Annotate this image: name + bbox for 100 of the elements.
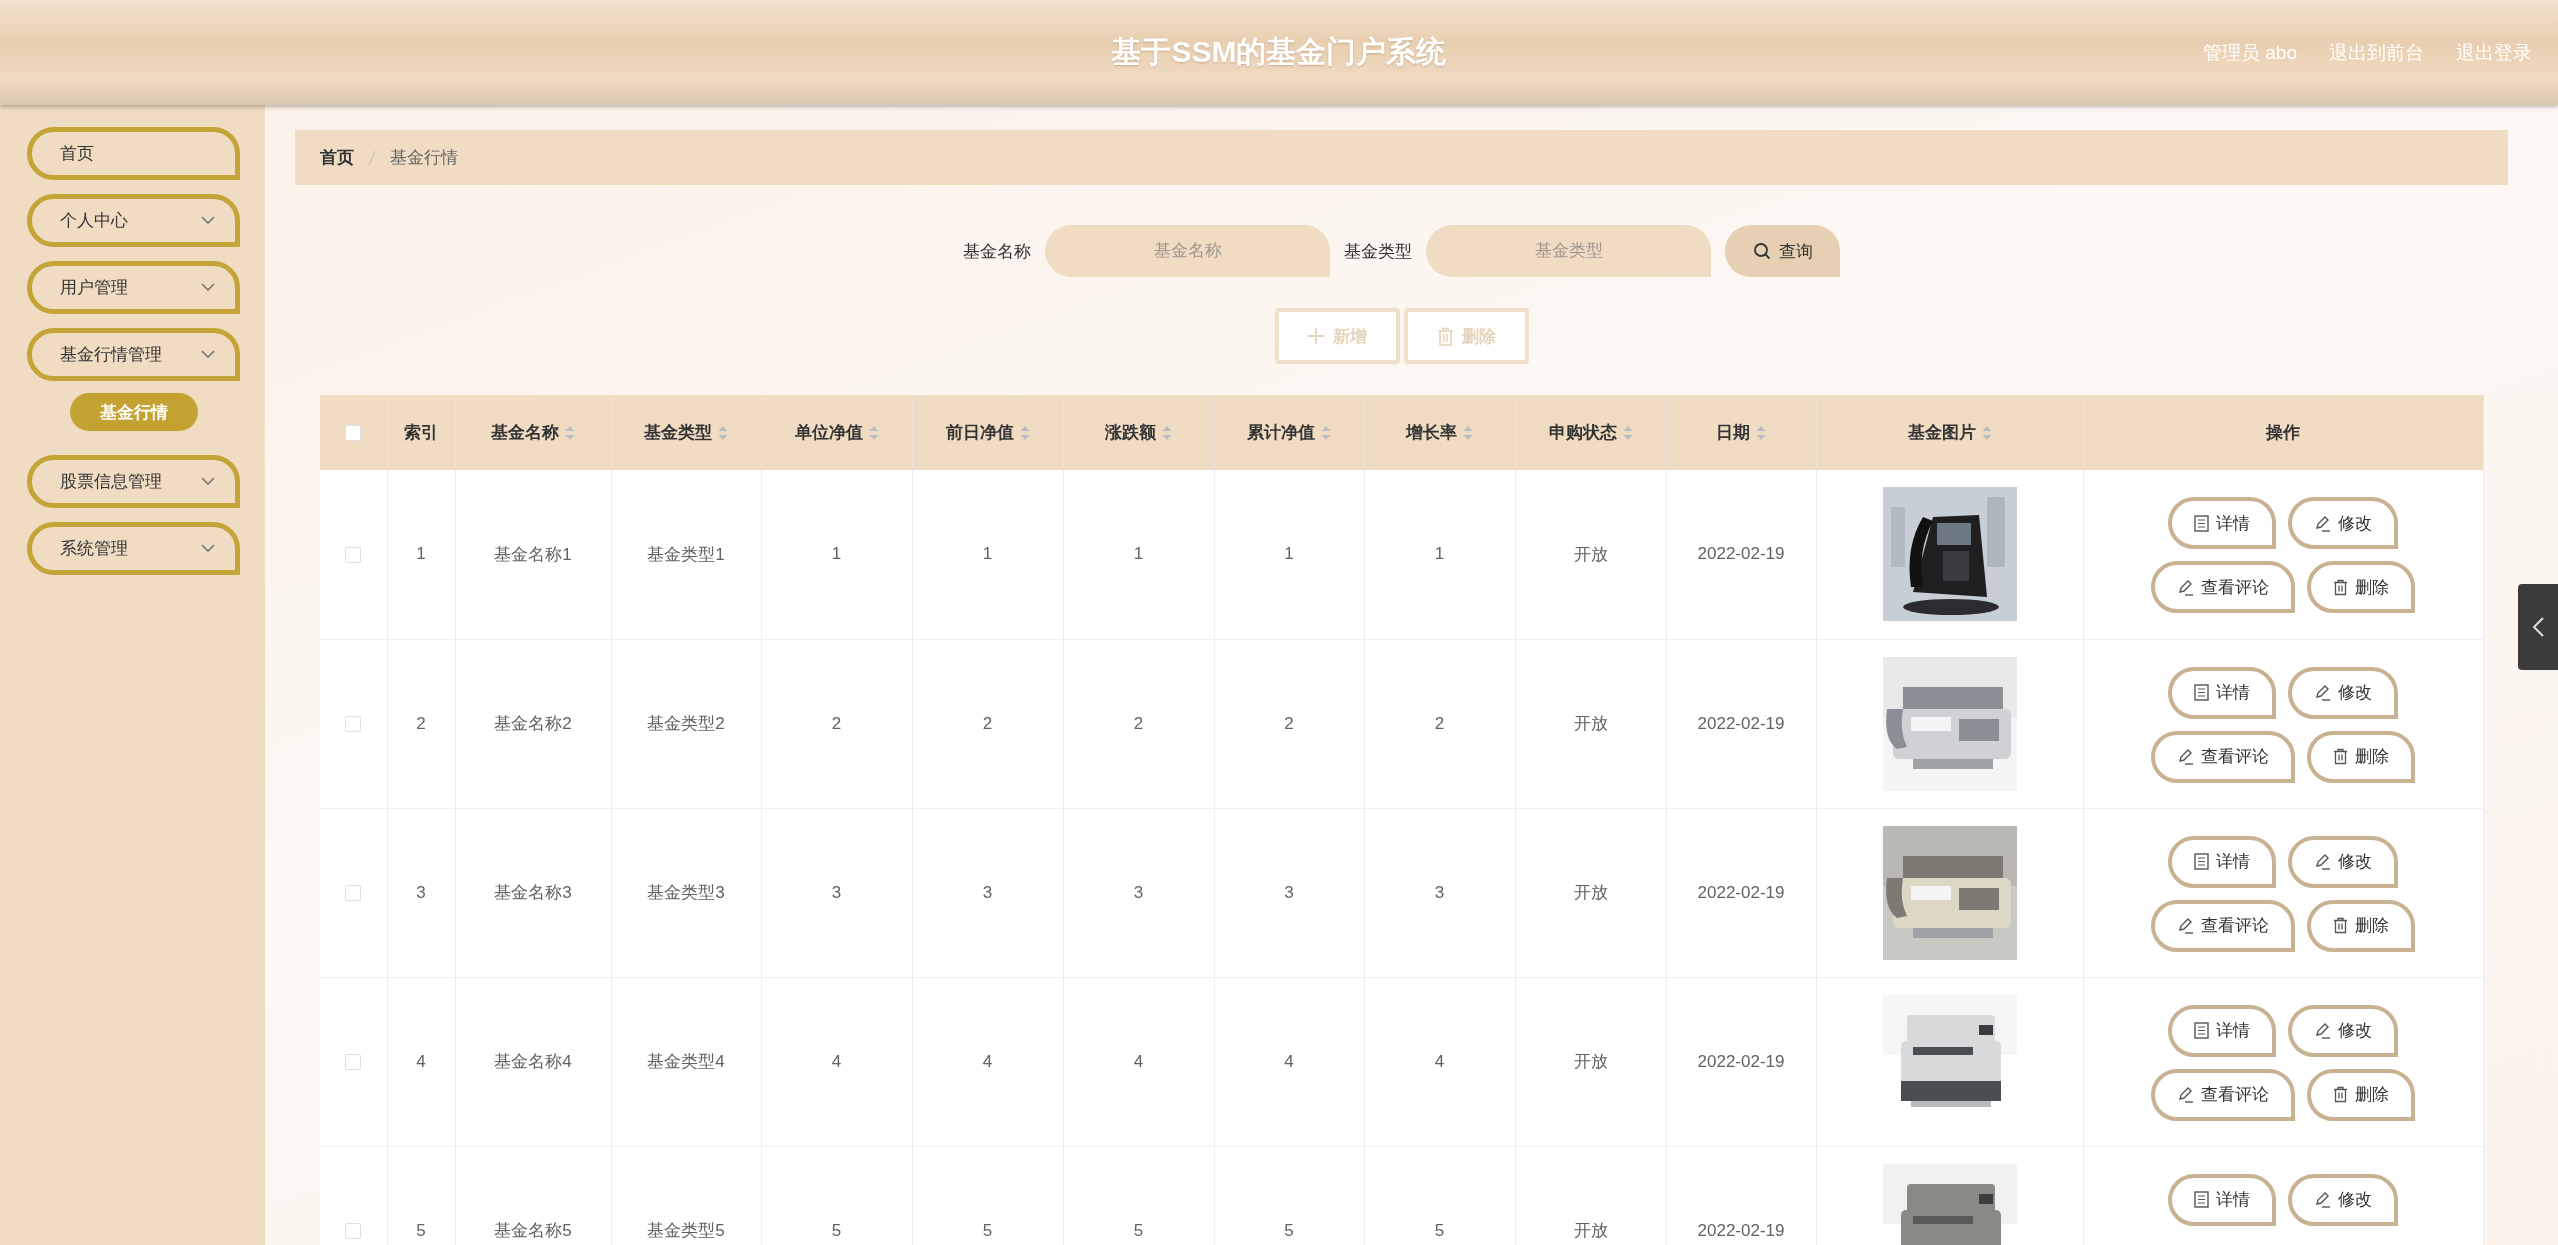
trash-icon bbox=[2333, 917, 2348, 934]
column-header[interactable]: 增长率 bbox=[1406, 421, 1473, 444]
table-cell: 开放 bbox=[1573, 883, 1608, 902]
table-cell: 2 bbox=[1133, 713, 1144, 733]
pencil-icon bbox=[2177, 917, 2194, 934]
comment-button[interactable]: 查看评论 bbox=[2151, 561, 2295, 613]
edit-button[interactable]: 修改 bbox=[2288, 497, 2398, 549]
document-icon bbox=[2194, 514, 2209, 532]
detail-button[interactable]: 详情 bbox=[2168, 835, 2276, 888]
menu-item[interactable]: 首页 bbox=[27, 127, 240, 180]
comment-button[interactable]: 查看评论 bbox=[2151, 730, 2295, 783]
menu-item[interactable]: 个人中心 bbox=[27, 194, 240, 247]
table-cell: 3 bbox=[1284, 882, 1294, 902]
table-cell: 1 bbox=[416, 544, 426, 564]
table-cell: 基金名称1 bbox=[494, 544, 572, 564]
detail-button[interactable]: 详情 bbox=[2168, 666, 2276, 719]
column-header[interactable]: 申购状态 bbox=[1548, 421, 1633, 444]
menu-item[interactable]: 系统管理 bbox=[27, 522, 240, 575]
table-cell: 2022-02-19 bbox=[1697, 1051, 1785, 1071]
pencil-icon bbox=[2314, 1022, 2331, 1039]
pencil-icon bbox=[2177, 1086, 2194, 1103]
column-header[interactable]: 基金名称 bbox=[491, 421, 575, 444]
table-cell: 4 bbox=[416, 1051, 426, 1071]
table-cell: 5 bbox=[416, 1220, 426, 1240]
delete-button[interactable]: 删除 bbox=[2307, 730, 2415, 783]
checkbox[interactable] bbox=[345, 425, 362, 441]
checkbox[interactable] bbox=[345, 716, 362, 732]
column-header[interactable]: 基金图片 bbox=[1907, 421, 1992, 444]
edit-button[interactable]: 修改 bbox=[2288, 1173, 2398, 1226]
table-cell: 基金名称4 bbox=[494, 1052, 572, 1071]
table-cell: 4 bbox=[982, 1051, 993, 1071]
chevron-left-icon bbox=[2531, 616, 2545, 638]
table-cell: 1 bbox=[1284, 544, 1294, 564]
table-cell: 3 bbox=[416, 882, 426, 902]
edit-button[interactable]: 修改 bbox=[2288, 835, 2398, 888]
breadcrumb-link[interactable]: 首页 bbox=[320, 146, 354, 169]
chevron-down-icon bbox=[201, 477, 215, 486]
slash-icon bbox=[368, 149, 376, 166]
checkbox[interactable] bbox=[345, 1054, 362, 1070]
table-cell: 基金名称2 bbox=[494, 714, 572, 733]
table-cell: 2022-02-19 bbox=[1697, 882, 1785, 902]
table-cell: 5 bbox=[1284, 1220, 1294, 1240]
column-header[interactable]: 日期 bbox=[1716, 421, 1766, 444]
chevron-down-icon bbox=[201, 283, 215, 292]
table-cell: 开放 bbox=[1573, 714, 1608, 733]
table-cell: 4 bbox=[1284, 1051, 1294, 1071]
user-label: 管理员 abo bbox=[2203, 40, 2297, 65]
document-icon bbox=[2194, 853, 2209, 870]
pencil-icon bbox=[2314, 853, 2331, 870]
field-label: 基金名称 bbox=[963, 240, 1031, 263]
column-header[interactable]: 涨跌额 bbox=[1105, 421, 1172, 444]
table-cell: 2 bbox=[416, 713, 426, 733]
detail-button[interactable]: 详情 bbox=[2168, 1004, 2276, 1057]
table-cell: 开放 bbox=[1573, 544, 1608, 564]
delete-button[interactable]: 删除 bbox=[2307, 561, 2415, 613]
menu-item[interactable]: 基金行情管理 bbox=[27, 328, 240, 381]
menu-item[interactable]: 用户管理 bbox=[27, 261, 240, 314]
table-cell: 基金类型4 bbox=[647, 1052, 725, 1071]
table-cell: 3 bbox=[831, 882, 842, 902]
table-cell: 基金类型3 bbox=[647, 883, 725, 902]
menu-item[interactable]: 股票信息管理 bbox=[27, 455, 240, 508]
delete-button[interactable]: 删除 bbox=[2307, 1068, 2415, 1121]
chevron-down-icon bbox=[201, 216, 215, 225]
table-cell: 2 bbox=[831, 713, 842, 733]
pencil-icon bbox=[2314, 684, 2331, 701]
checkbox[interactable] bbox=[345, 546, 362, 563]
search-field[interactable]: 基金类型 bbox=[1426, 225, 1711, 277]
trash-icon bbox=[2333, 578, 2348, 596]
detail-button[interactable]: 详情 bbox=[2168, 1173, 2276, 1226]
column-header[interactable]: 前日净值 bbox=[945, 421, 1030, 444]
table-cell: 基金名称5 bbox=[494, 1221, 572, 1240]
checkbox[interactable] bbox=[345, 1223, 362, 1239]
comment-button[interactable]: 查看评论 bbox=[2151, 899, 2295, 952]
detail-button[interactable]: 详情 bbox=[2168, 497, 2276, 549]
pencil-icon bbox=[2314, 1191, 2331, 1208]
table-cell: 2 bbox=[1434, 713, 1445, 733]
plus-icon bbox=[1307, 327, 1325, 345]
chevron-down-icon bbox=[201, 544, 215, 553]
trash-icon bbox=[2333, 1086, 2348, 1103]
table-cell: 5 bbox=[1133, 1220, 1144, 1240]
table-cell: 基金类型2 bbox=[647, 714, 725, 733]
comment-button[interactable]: 查看评论 bbox=[2151, 1068, 2295, 1121]
column-header[interactable]: 基金类型 bbox=[644, 421, 728, 444]
search-button[interactable]: 查询 bbox=[1725, 225, 1840, 277]
column-header: 索引 bbox=[404, 422, 438, 444]
collapse-tab[interactable] bbox=[2518, 584, 2558, 670]
column-header[interactable]: 单位净值 bbox=[794, 421, 879, 444]
edit-button[interactable]: 修改 bbox=[2288, 1004, 2398, 1057]
column-header[interactable]: 累计净值 bbox=[1247, 421, 1331, 444]
pencil-icon bbox=[2314, 514, 2331, 532]
pencil-icon bbox=[2177, 748, 2194, 765]
table-cell: 5 bbox=[1434, 1220, 1445, 1240]
edit-button[interactable]: 修改 bbox=[2288, 666, 2398, 719]
table-cell: 2 bbox=[1284, 713, 1294, 733]
search-icon bbox=[1752, 242, 1771, 260]
field-label: 基金类型 bbox=[1344, 240, 1412, 263]
checkbox[interactable] bbox=[345, 885, 362, 901]
table-cell: 3 bbox=[1434, 882, 1445, 902]
search-field[interactable]: 基金名称 bbox=[1045, 225, 1330, 277]
delete-button[interactable]: 删除 bbox=[2307, 899, 2415, 952]
